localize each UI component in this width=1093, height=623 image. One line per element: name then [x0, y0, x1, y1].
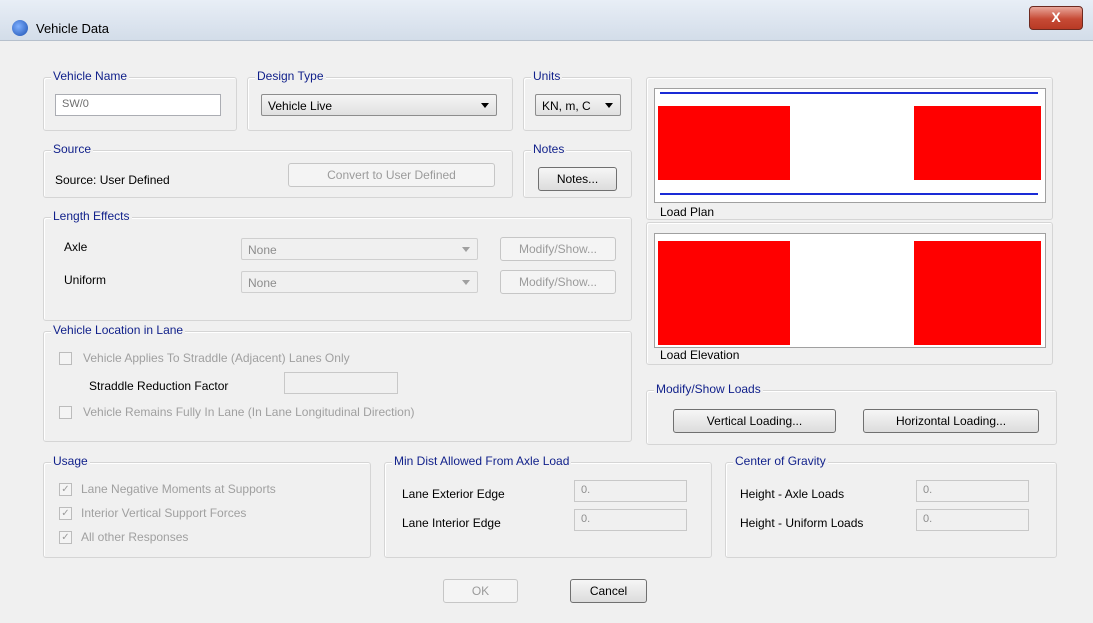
length-effects-group: Length Effects Axle None Modify/Show... …	[43, 209, 632, 321]
title-bar[interactable]: Vehicle Data X	[0, 0, 1093, 41]
load-elevation-front-axle	[914, 241, 1041, 345]
chevron-down-icon	[462, 247, 470, 252]
height-uniform-loads-input[interactable]: 0.	[916, 509, 1029, 531]
design-type-value: Vehicle Live	[268, 99, 333, 113]
height-axle-loads-label: Height - Axle Loads	[740, 487, 845, 501]
vertical-loading-button[interactable]: Vertical Loading...	[673, 409, 836, 433]
length-effects-label: Length Effects	[51, 209, 132, 223]
axle-select[interactable]: None	[241, 238, 478, 260]
axle-value: None	[248, 243, 277, 257]
height-uniform-loads-label: Height - Uniform Loads	[740, 516, 864, 530]
fully-in-lane-checkbox[interactable]	[59, 406, 72, 419]
horizontal-loading-button[interactable]: Horizontal Loading...	[863, 409, 1039, 433]
usage-label-negative-moments: Lane Negative Moments at Supports	[81, 482, 276, 496]
vehicle-name-label: Vehicle Name	[51, 69, 130, 83]
vehicle-name-group: Vehicle Name SW/0	[43, 69, 237, 131]
min-dist-group: Min Dist Allowed From Axle Load Lane Ext…	[384, 454, 712, 558]
source-text: Source: User Defined	[55, 173, 170, 187]
min-dist-label: Min Dist Allowed From Axle Load	[392, 454, 572, 468]
load-elevation-preview	[654, 233, 1046, 348]
straddle-reduction-label: Straddle Reduction Factor	[89, 379, 229, 393]
load-elevation-label: Load Elevation	[660, 348, 740, 362]
lane-line-bottom	[660, 193, 1038, 195]
lane-exterior-edge-label: Lane Exterior Edge	[402, 487, 505, 501]
lane-interior-edge-input[interactable]: 0.	[574, 509, 687, 531]
load-elevation-group: Load Elevation	[646, 222, 1053, 365]
vehicle-data-dialog: Vehicle Data X Vehicle Name SW/0 Design …	[0, 0, 1093, 623]
design-type-group: Design Type Vehicle Live	[247, 69, 513, 131]
lane-line-top	[660, 92, 1038, 94]
notes-label: Notes	[531, 142, 567, 156]
source-group: Source Source: User Defined Convert to U…	[43, 142, 513, 198]
chevron-down-icon	[605, 103, 613, 108]
vehicle-location-label: Vehicle Location in Lane	[51, 323, 186, 337]
straddle-checkbox-label: Vehicle Applies To Straddle (Adjacent) L…	[83, 351, 350, 365]
usage-label: Usage	[51, 454, 90, 468]
usage-checkbox-negative-moments[interactable]: ✓	[59, 483, 72, 496]
units-label: Units	[531, 69, 563, 83]
load-plan-front-axle	[914, 106, 1041, 180]
straddle-reduction-input[interactable]	[284, 372, 398, 394]
center-of-gravity-group: Center of Gravity Height - Axle Loads 0.…	[725, 454, 1057, 558]
dialog-body: Vehicle Name SW/0 Design Type Vehicle Li…	[20, 60, 1072, 620]
uniform-value: None	[248, 276, 277, 290]
chevron-down-icon	[462, 280, 470, 285]
usage-checkbox-interior-vertical[interactable]: ✓	[59, 507, 72, 520]
lane-exterior-edge-input[interactable]: 0.	[574, 480, 687, 502]
uniform-label: Uniform	[64, 273, 107, 287]
modify-show-loads-group: Modify/Show Loads Vertical Loading... Ho…	[646, 382, 1057, 445]
lane-interior-edge-label: Lane Interior Edge	[402, 516, 501, 530]
load-plan-rear-axle	[658, 106, 790, 180]
cancel-button[interactable]: Cancel	[570, 579, 647, 603]
units-group: Units KN, m, C	[523, 69, 632, 131]
modify-show-loads-label: Modify/Show Loads	[654, 382, 763, 396]
convert-to-user-defined-button[interactable]: Convert to User Defined	[288, 163, 495, 187]
fully-in-lane-checkbox-label: Vehicle Remains Fully In Lane (In Lane L…	[83, 405, 415, 419]
axle-label: Axle	[64, 240, 88, 254]
usage-group: Usage ✓ Lane Negative Moments at Support…	[43, 454, 371, 558]
source-label: Source	[51, 142, 94, 156]
load-elevation-rear-axle	[658, 241, 790, 345]
straddle-checkbox[interactable]	[59, 352, 72, 365]
load-plan-label: Load Plan	[660, 205, 715, 219]
vehicle-location-group: Vehicle Location in Lane Vehicle Applies…	[43, 323, 632, 442]
app-icon	[12, 20, 28, 36]
units-value: KN, m, C	[542, 99, 591, 113]
uniform-select[interactable]: None	[241, 271, 478, 293]
units-select[interactable]: KN, m, C	[535, 94, 621, 116]
load-plan-group: Load Plan	[646, 77, 1053, 220]
design-type-select[interactable]: Vehicle Live	[261, 94, 497, 116]
notes-button[interactable]: Notes...	[538, 167, 617, 191]
uniform-modify-show-button[interactable]: Modify/Show...	[500, 270, 616, 294]
usage-label-interior-vertical: Interior Vertical Support Forces	[81, 506, 247, 520]
center-of-gravity-label: Center of Gravity	[733, 454, 828, 468]
design-type-label: Design Type	[255, 69, 326, 83]
window-title: Vehicle Data	[36, 21, 109, 36]
usage-checkbox-all-other[interactable]: ✓	[59, 531, 72, 544]
ok-button[interactable]: OK	[443, 579, 518, 603]
axle-modify-show-button[interactable]: Modify/Show...	[500, 237, 616, 261]
close-button[interactable]: X	[1029, 6, 1083, 30]
chevron-down-icon	[481, 103, 489, 108]
notes-group: Notes Notes...	[523, 142, 632, 198]
height-axle-loads-input[interactable]: 0.	[916, 480, 1029, 502]
usage-label-all-other: All other Responses	[81, 530, 189, 544]
load-plan-preview	[654, 88, 1046, 203]
vehicle-name-input[interactable]: SW/0	[55, 94, 221, 116]
